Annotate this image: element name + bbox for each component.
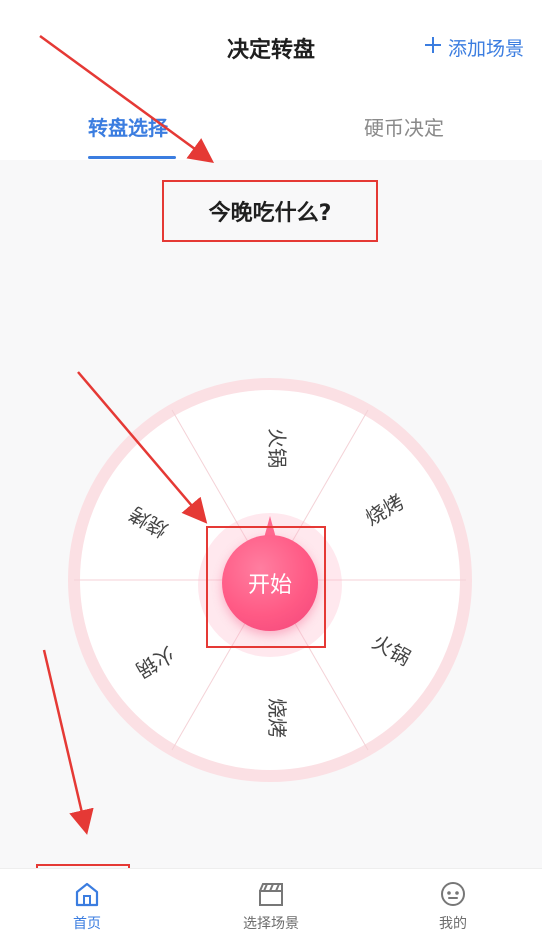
app-header: 决定转盘 添加场景: [0, 0, 542, 100]
annotation-box: [162, 180, 378, 242]
home-icon: [72, 879, 102, 909]
wheel-segment-label: 火锅: [265, 428, 289, 468]
wheel-segment-label: 烧烤: [265, 698, 289, 738]
nav-home-label: 首页: [73, 916, 101, 932]
tab-coin-decide[interactable]: 硬币决定: [364, 112, 444, 141]
annotation-box: [206, 526, 326, 648]
face-icon: [438, 879, 468, 909]
add-scene-button[interactable]: 添加场景: [424, 34, 524, 61]
tab-wheel-select[interactable]: 转盘选择: [88, 112, 168, 141]
active-tab-indicator: [88, 156, 176, 159]
add-scene-label: 添加场景: [447, 38, 524, 60]
nav-select-scene[interactable]: 选择场景: [216, 879, 326, 943]
nav-select-scene-label: 选择场景: [243, 916, 299, 932]
nav-home[interactable]: 首页: [32, 879, 142, 943]
bottom-navigation: 首页 选择场景 我的: [0, 868, 542, 951]
clapperboard-icon: [256, 879, 286, 909]
top-tabs: 转盘选择 硬币决定: [0, 100, 542, 160]
nav-mine-label: 我的: [439, 916, 467, 932]
plus-icon: [424, 36, 442, 59]
nav-mine[interactable]: 我的: [398, 879, 508, 943]
